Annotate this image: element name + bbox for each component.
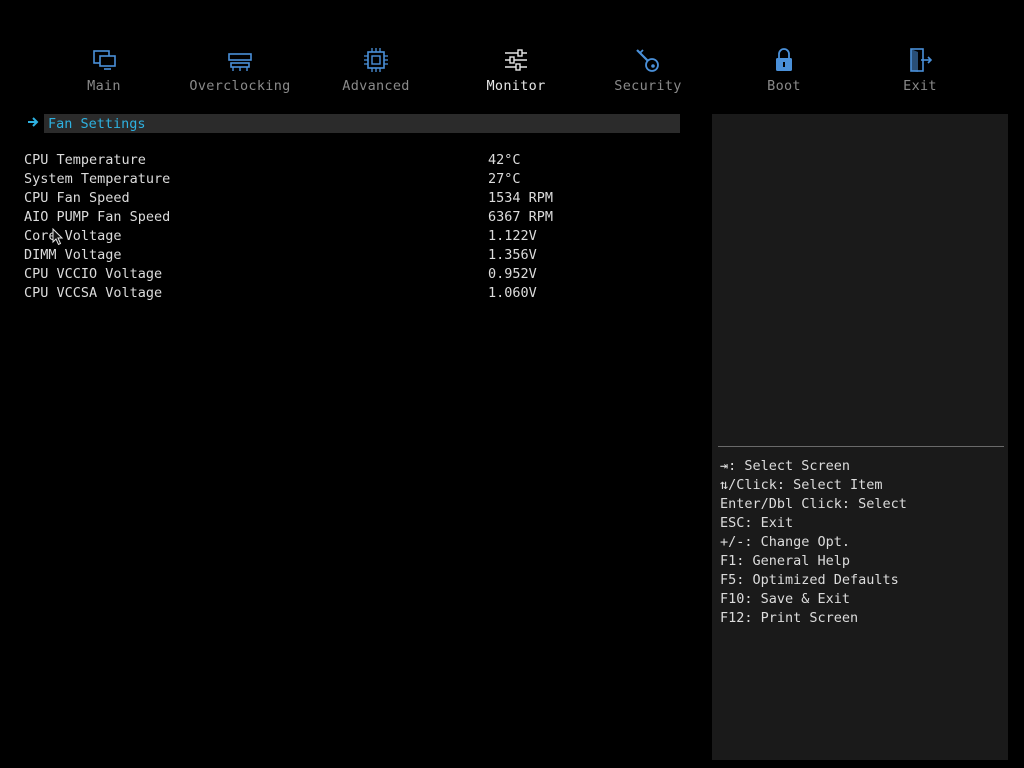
tab-label: Exit <box>903 78 937 94</box>
tab-advanced[interactable]: Advanced <box>316 40 436 94</box>
reading-value: 27°C <box>488 171 521 187</box>
reading-row: CPU VCCIO Voltage 0.952V <box>24 266 664 285</box>
help-item: F1: General Help <box>720 553 851 569</box>
help-item: F10: Save & Exit <box>720 591 851 607</box>
monitor-readings: CPU Temperature 42°C System Temperature … <box>24 152 664 304</box>
reading-label: CPU VCCSA Voltage <box>24 285 163 301</box>
tab-label: Monitor <box>486 78 546 94</box>
mouse-pointer-icon <box>52 228 64 246</box>
reading-label: Core Voltage <box>24 228 122 244</box>
help-item: ⇥: Select Screen <box>720 458 851 474</box>
reading-label: DIMM Voltage <box>24 247 122 263</box>
help-item: F12: Print Screen <box>720 610 859 626</box>
arrow-right-icon <box>28 117 39 127</box>
exit-door-icon <box>910 48 933 72</box>
memory-icon <box>228 53 252 71</box>
fan-settings-label: Fan Settings <box>48 116 146 132</box>
tab-label: Overclocking <box>189 78 291 94</box>
reading-row: CPU VCCSA Voltage 1.060V <box>24 285 664 304</box>
tab-security[interactable]: Security <box>588 40 708 94</box>
help-item: F5: Optimized Defaults <box>720 572 899 588</box>
reading-label: AIO PUMP Fan Speed <box>24 209 171 225</box>
tab-label: Boot <box>767 78 801 94</box>
key-icon <box>636 49 659 72</box>
reading-value: 1.122V <box>488 228 537 244</box>
key-help-list: ⇥: Select Screen ⇅/Click: Select Item En… <box>720 458 907 629</box>
computer-icon <box>93 50 116 70</box>
reading-row: AIO PUMP Fan Speed 6367 RPM <box>24 209 664 228</box>
tab-overclocking[interactable]: Overclocking <box>180 40 300 94</box>
reading-value: 1.060V <box>488 285 537 301</box>
reading-label: CPU Fan Speed <box>24 190 130 206</box>
help-divider <box>718 446 1004 447</box>
reading-label: CPU Temperature <box>24 152 146 168</box>
reading-row: CPU Temperature 42°C <box>24 152 664 171</box>
reading-value: 1534 RPM <box>488 190 554 206</box>
help-item: Enter/Dbl Click: Select <box>720 496 907 512</box>
reading-row: DIMM Voltage 1.356V <box>24 247 664 266</box>
reading-value: 6367 RPM <box>488 209 554 225</box>
chip-icon <box>364 48 388 72</box>
reading-label: System Temperature <box>24 171 171 187</box>
lock-icon <box>776 48 792 71</box>
tab-main[interactable]: Main <box>44 40 164 94</box>
fan-settings-submenu[interactable]: Fan Settings <box>24 114 680 133</box>
help-item: ⇅/Click: Select Item <box>720 477 883 493</box>
reading-row: Core Voltage 1.122V <box>24 228 664 247</box>
reading-label: CPU VCCIO Voltage <box>24 266 163 282</box>
tab-label: Main <box>87 78 121 94</box>
tab-label: Security <box>614 78 682 94</box>
help-item: +/-: Change Opt. <box>720 534 851 550</box>
tab-monitor[interactable]: Monitor <box>456 40 576 94</box>
tab-label: Advanced <box>342 78 410 94</box>
fan-settings-highlight: Fan Settings <box>44 114 680 133</box>
tab-exit[interactable]: Exit <box>860 40 980 94</box>
tab-boot[interactable]: Boot <box>724 40 844 94</box>
top-navigation: Main Overclocking Advanced Monitor Secur… <box>0 40 1024 100</box>
reading-value: 1.356V <box>488 247 537 263</box>
reading-row: CPU Fan Speed 1534 RPM <box>24 190 664 209</box>
reading-value: 0.952V <box>488 266 537 282</box>
help-panel: ⇥: Select Screen ⇅/Click: Select Item En… <box>712 114 1008 760</box>
sliders-icon <box>505 49 527 71</box>
help-item: ESC: Exit <box>720 515 794 531</box>
reading-row: System Temperature 27°C <box>24 171 664 190</box>
reading-value: 42°C <box>488 152 521 168</box>
